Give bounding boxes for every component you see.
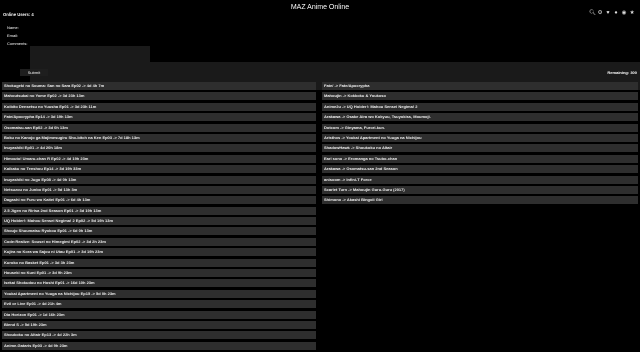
comments-label: Comments: <box>7 41 28 46</box>
list-item[interactable]: Houseki no Kuni Ep01 -> 3d 9h 23m <box>2 269 316 278</box>
list-item[interactable]: Shimono -> Akashi Bingoli Girl <box>322 196 638 205</box>
list-item[interactable]: Mahoutsukai no Yome Ep02 -> 3d 23h 13m <box>2 92 316 101</box>
list-item[interactable]: 2.5 Jigen no Ririsa 2nd Season Ep01 -> 3… <box>2 206 316 215</box>
heart-icon[interactable]: ♥ <box>605 10 611 16</box>
list-item[interactable]: UQ Holder!: Mahou Sensei Negima! 2 Ep02 … <box>2 217 316 226</box>
list-item[interactable]: Code:Realize: Sousei no Himegimi Ep02 ->… <box>2 237 316 246</box>
email-field[interactable] <box>30 54 150 62</box>
name-label: Name: <box>7 25 19 30</box>
globe-icon[interactable]: ◉ <box>621 10 627 16</box>
list-item[interactable]: Evil or Live Ep01 -> 4d 21h 4m <box>2 300 316 309</box>
list-item[interactable]: Boku no Kanojo ga Majimesugiru Sho-bitch… <box>2 133 316 142</box>
list-item[interactable]: Blend S -> 5d 19h 23m <box>2 320 316 329</box>
list-item[interactable]: Shoukoku no Altair Ep13 -> 4d 22h 3m <box>2 331 316 340</box>
gear-icon[interactable]: ⚙ <box>597 10 603 16</box>
list-item[interactable]: Kuroko no Basket Ep01 -> 3d 3h 23m <box>2 258 316 267</box>
list-item[interactable]: Fate/Apocrypha Ep14 -> 3d 19h 13m <box>2 113 316 122</box>
list-item[interactable]: Aristhos -> Youkai Apartment no Yuuga na… <box>322 133 638 142</box>
remaining-count: Remaining: 300 <box>607 70 637 75</box>
list-item[interactable]: anisoom -> Infini-T Force <box>322 175 638 184</box>
online-users-count: Online Users: 4 <box>3 12 34 17</box>
list-item[interactable]: Kujira no Kora wa Sajou ni Utau Ep01 -> … <box>2 248 316 257</box>
user-icon[interactable]: ● <box>613 10 619 16</box>
star-icon[interactable]: ★ <box>629 10 635 16</box>
toolbar-icons: 🔍︎ ⚙ ♥ ● ◉ ★ <box>589 10 635 16</box>
email-label: Email: <box>7 33 19 38</box>
page-title: MAZ Anime Online <box>290 4 350 11</box>
list-item[interactable]: Dotcom -> Ginyama, Furori-kun. <box>322 123 638 132</box>
list-item[interactable]: Arakawa -> Osake Aira wo Kokyuu, Tsuyoki… <box>322 113 638 122</box>
list-item[interactable]: Shokugeki no Souma: San no Sara Ep02 -> … <box>2 82 316 90</box>
list-item[interactable]: Kaikaku no Tenshou Ep14 -> 3d 19h 33m <box>2 165 316 174</box>
list-item[interactable]: Anime-Gataris Ep03 -> 4d 9h 23m <box>2 341 316 350</box>
list-item[interactable]: Inuyashiki Ep01 -> 4d 20h 18m <box>2 144 316 153</box>
top-bar: Online Users: 4 MAZ Anime Online 🔍︎ ⚙ ♥ … <box>0 0 640 22</box>
list-item[interactable]: Osomatsu-san Ep02 -> 3d 0h 13m <box>2 123 316 132</box>
list-item[interactable]: Netsuzou no Junbo Ep01 -> 5d 13h 3m <box>2 185 316 194</box>
list-item[interactable]: Scarlet Turn -> Mahoujin Guru-Guru (2017… <box>322 185 638 194</box>
list-item[interactable]: Himouto! Umaru-chan R Ep02 -> 4d 19h 23m <box>2 154 316 163</box>
list-item[interactable]: Shoujo Shuumatsu Ryokou Ep01 -> 6d 0h 13… <box>2 227 316 236</box>
list-item[interactable]: Arakawa -> Osomatsu-san 2nd Season <box>322 165 638 174</box>
submit-button[interactable]: Submit <box>20 69 48 76</box>
search-icon[interactable]: 🔍︎ <box>589 10 596 16</box>
user-activity-list: Fate/ -> Fate/Apocrypha Mahoujin -> Kokko… <box>322 82 638 207</box>
list-item[interactable]: ShadowHawk -> Shoukoku no Altair <box>322 144 638 153</box>
list-item[interactable]: Isekai Shokudou no Hoshi Ep01 -> 16d 10h… <box>2 279 316 288</box>
comment-form: Name: Email: Comments: <box>0 22 640 90</box>
list-item[interactable]: Inuyashiki no Jugo Ep08 -> 4d 0h 13m <box>2 175 316 184</box>
list-item[interactable]: Fate/ -> Fate/Apocrypha <box>322 82 638 90</box>
list-item[interactable]: Earl sono -> Eromanga no Tsubo-chan <box>322 154 638 163</box>
list-item[interactable]: Dia Horizon Ep01 -> 1d 16h 23m <box>2 310 316 319</box>
list-item[interactable]: Dagashi no Furu wo Kaitei Ep01 -> 6d 4h … <box>2 196 316 205</box>
list-item[interactable]: Youkai Apartment no Yuuga na Nichijou Ep… <box>2 289 316 298</box>
latest-episodes-list: Shokugeki no Souma: San no Sara Ep02 -> … <box>2 82 316 352</box>
list-item[interactable]: Koibito Densetsu no Yuusha Ep01 -> 3d 23… <box>2 102 316 111</box>
list-item[interactable]: Anime2u -> UQ Holder!: Mahou Sensei Negi… <box>322 102 638 111</box>
list-item[interactable]: Mahoujin -> Kokkoku & Youkoso <box>322 92 638 101</box>
name-field[interactable] <box>30 46 150 54</box>
